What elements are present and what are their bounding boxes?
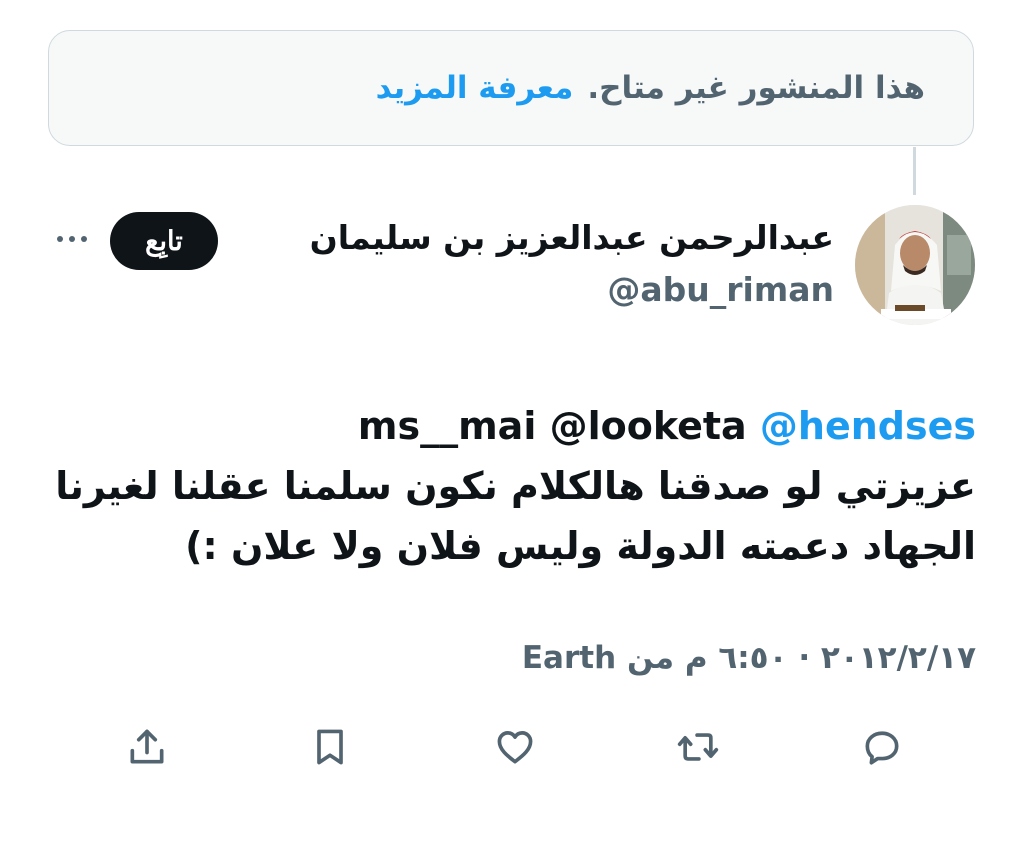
more-icon[interactable] (50, 224, 94, 254)
author-name[interactable]: عبدالرحمن عبدالعزيز بن سليمان (310, 218, 834, 257)
tweet-mentions: ms__mai @looketa @hendses (46, 396, 976, 456)
avatar[interactable] (855, 205, 975, 325)
learn-more-link[interactable]: معرفة المزيد (376, 70, 574, 106)
source-prefix: من (626, 640, 675, 676)
share-icon[interactable] (125, 725, 169, 769)
more-dot (69, 236, 75, 242)
tweet-time[interactable]: ٦:٥٠ م (685, 640, 788, 676)
more-dot (57, 236, 63, 242)
tweet-line-1: عزيزتي لو صدقنا هالكلام نكون سلمنا عقلنا… (55, 464, 976, 508)
mention-2[interactable]: @looketa (550, 404, 747, 448)
tweet-line-2: الجهاد دعمته الدولة وليس فلان ولا علان :… (185, 524, 976, 568)
author-handle[interactable]: @abu_riman (607, 270, 834, 309)
mention-3[interactable]: ms__mai (358, 404, 536, 448)
retweet-icon[interactable] (676, 725, 720, 769)
action-bar (0, 725, 1024, 777)
thread-connector (913, 147, 916, 195)
unavailable-post-notice: هذا المنشور غير متاح. معرفة المزيد (48, 30, 974, 146)
tweet-date[interactable]: ٢٠١٢/٢/١٧ (821, 640, 976, 676)
follow-button[interactable]: تابِع (110, 212, 218, 270)
more-dot (81, 236, 87, 242)
notice-text: هذا المنشور غير متاح. (587, 70, 925, 106)
bookmark-icon[interactable] (308, 725, 352, 769)
avatar-image (855, 205, 975, 325)
tweet-meta: ٢٠١٢/٢/١٧ · ٦:٥٠ م من Earth (521, 640, 976, 676)
heart-icon[interactable] (493, 725, 537, 769)
mention-1[interactable]: @hendses (760, 404, 976, 448)
reply-icon[interactable] (860, 725, 904, 769)
tweet-text: ms__mai @looketa @hendses عزيزتي لو صدقن… (46, 396, 976, 576)
tweet-source: Earth (521, 640, 617, 676)
